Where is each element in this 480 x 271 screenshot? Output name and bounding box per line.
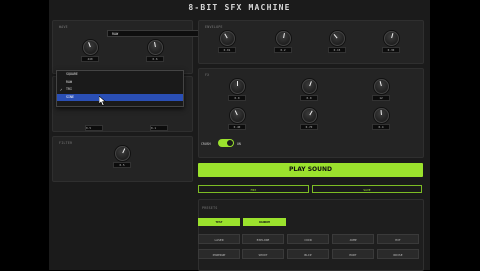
preset-blip-button[interactable]: BLIP bbox=[287, 249, 329, 259]
wave-knob-2[interactable]: 0.6 bbox=[143, 40, 167, 62]
knob-value: 0.01 bbox=[218, 47, 236, 53]
mouse-cursor-icon bbox=[99, 96, 107, 106]
save-button[interactable]: SAVE bbox=[312, 185, 422, 193]
fx-knob-5[interactable]: 0.70 bbox=[297, 108, 321, 130]
knob-value: 440 bbox=[81, 56, 99, 62]
dropdown-option-raw[interactable]: RAW bbox=[57, 79, 183, 87]
dropdown-option-tri[interactable]: ✓ TRI bbox=[57, 86, 183, 94]
envelope-knob-1[interactable]: 0.01 bbox=[215, 31, 239, 53]
knob-value: 0.0 bbox=[228, 95, 246, 101]
wave-section-label: WAVE bbox=[59, 25, 68, 29]
fx-knob-3[interactable]: 12 bbox=[369, 79, 393, 101]
synth-app-window: 8-BIT SFX MACHINE WAVE RAW ⌄ 440 0.6 0.5… bbox=[49, 0, 430, 271]
knob-value: 0.0 bbox=[300, 95, 318, 101]
preset-hit-button[interactable]: HIT bbox=[377, 234, 419, 244]
fx-section-label: FX bbox=[205, 73, 210, 77]
filter-knob[interactable]: 0.5 bbox=[110, 146, 134, 168]
knob-value: 0.30 bbox=[382, 47, 400, 53]
preset-laser-button[interactable]: LASER bbox=[198, 234, 240, 244]
envelope-knob-2[interactable]: 0.2 bbox=[271, 31, 295, 53]
dropdown-option-sine[interactable]: SINE bbox=[57, 93, 183, 101]
preset-coin-button[interactable]: COIN bbox=[287, 234, 329, 244]
random-mode-button[interactable]: RANDOM bbox=[243, 218, 286, 226]
knob-value: 0.70 bbox=[300, 124, 318, 130]
envelope-knob-3[interactable]: 0.15 bbox=[325, 31, 349, 53]
preset-noise-button[interactable]: NOISE bbox=[377, 249, 419, 259]
fx-knob-2[interactable]: 0.0 bbox=[297, 79, 321, 101]
knob-value: 0.15 bbox=[328, 47, 346, 53]
fx-knob-6[interactable]: 0.4 bbox=[369, 108, 393, 130]
knob-value: 0.4 bbox=[372, 124, 390, 130]
fx-knob-1[interactable]: 0.0 bbox=[225, 79, 249, 101]
checkmark-icon: ✓ bbox=[60, 87, 63, 92]
app-title: 8-BIT SFX MACHINE bbox=[188, 3, 291, 12]
wave-knob-1[interactable]: 440 bbox=[78, 40, 102, 62]
dropdown-option-tri-label: TRI bbox=[66, 87, 72, 91]
presets-section-label: PRESETS bbox=[202, 206, 218, 210]
wave-panel: WAVE bbox=[52, 20, 193, 74]
test-mode-button[interactable]: TEST bbox=[198, 218, 240, 226]
knob-value: 0.5 bbox=[113, 162, 131, 168]
preset-jump-button[interactable]: JUMP bbox=[332, 234, 374, 244]
play-sound-button[interactable]: PLAY SOUND bbox=[198, 163, 423, 177]
lower-value-1: 0.5 bbox=[85, 125, 103, 131]
crush-toggle[interactable] bbox=[218, 139, 234, 147]
knob-value: 12 bbox=[372, 95, 390, 101]
wave-dropdown-menu: SQUARE RAW ✓ TRI SINE bbox=[56, 70, 184, 107]
fx-knob-4[interactable]: 0.40 bbox=[225, 108, 249, 130]
envelope-section-label: ENVELOPE bbox=[205, 25, 223, 29]
wave-select-value: RAW bbox=[112, 32, 119, 36]
lower-value-2: 0.1 bbox=[150, 125, 168, 131]
knob-value: 0.40 bbox=[228, 124, 246, 130]
filter-section-label: FILTER bbox=[59, 141, 73, 145]
knob-value: 0.2 bbox=[274, 47, 292, 53]
preset-shoot-button[interactable]: SHOOT bbox=[242, 249, 284, 259]
preset-explode-button[interactable]: EXPLODE bbox=[242, 234, 284, 244]
envelope-knob-4[interactable]: 0.30 bbox=[379, 31, 403, 53]
toggle-label-left: CRUSH bbox=[201, 142, 211, 146]
preset-powerup-button[interactable]: POWERUP bbox=[198, 249, 240, 259]
mix-button[interactable]: MIX bbox=[198, 185, 309, 193]
knob-value: 0.6 bbox=[146, 56, 164, 62]
preset-hurt-button[interactable]: HURT bbox=[332, 249, 374, 259]
toggle-label-right: ON bbox=[237, 142, 241, 146]
dropdown-option-square[interactable]: SQUARE bbox=[57, 71, 183, 79]
